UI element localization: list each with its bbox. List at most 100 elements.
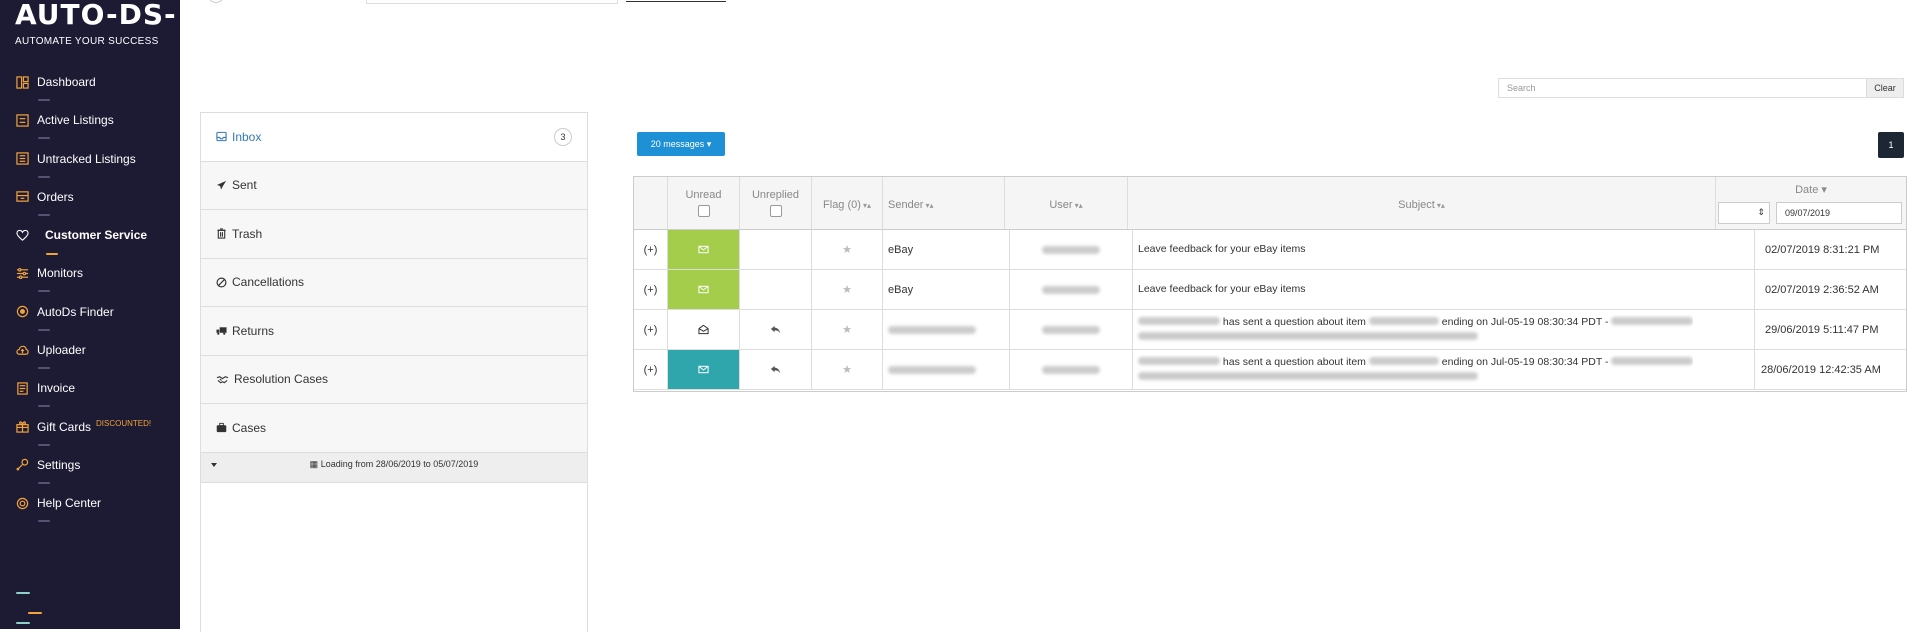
sidebar-item-label: Dashboard — [37, 75, 96, 89]
sidebar-item-uploader[interactable]: Uploader — [0, 340, 180, 378]
tagline: AUTOMATE YOUR SUCCESS — [15, 36, 159, 47]
nav-divider — [38, 520, 50, 523]
pagination-page-1[interactable]: 1 — [1878, 132, 1904, 158]
user — [1010, 270, 1133, 309]
header-unread: Unread — [668, 177, 740, 229]
expand-toggle[interactable]: (+) — [634, 270, 668, 309]
caret-down-icon[interactable] — [211, 462, 217, 467]
sender: eBay — [883, 230, 1010, 269]
table-row[interactable]: (+) ★ has sent a question about item end… — [634, 310, 1906, 350]
subject[interactable]: has sent a question about item ending on… — [1133, 350, 1755, 389]
table-row[interactable]: (+) ★ eBay Leave feedback for your eBay … — [634, 270, 1906, 310]
sender — [883, 310, 1010, 349]
star-icon[interactable]: ★ — [812, 350, 883, 389]
logo[interactable]: AUTO-DS- — [15, 0, 177, 30]
envelope-icon — [698, 365, 709, 374]
orders-icon — [15, 190, 29, 204]
date-operator-select[interactable] — [1718, 202, 1770, 224]
truck-icon — [216, 325, 228, 337]
folder-cancellations[interactable]: Cancellations — [201, 258, 587, 307]
unreplied-status[interactable] — [740, 270, 812, 309]
discount-badge: DISCOUNTED! — [96, 418, 152, 428]
sidebar-item-help-center[interactable]: Help Center — [0, 493, 180, 531]
expand-toggle[interactable]: (+) — [634, 350, 668, 389]
search-input[interactable] — [1498, 78, 1868, 98]
listings-icon — [15, 113, 29, 127]
top-link[interactable] — [626, 1, 726, 2]
star-icon[interactable]: ★ — [812, 230, 883, 269]
envelope-open-icon — [698, 324, 709, 335]
sidebar-item-active-listings[interactable]: Active Listings — [0, 110, 180, 148]
sidebar-item-dashboard[interactable]: Dashboard — [0, 72, 180, 110]
sidebar-item-autods-finder[interactable]: AutoDs Finder — [0, 302, 180, 340]
sidebar-item-untracked-listings[interactable]: Untracked Listings — [0, 149, 180, 187]
unread-status[interactable] — [668, 270, 740, 309]
unread-status[interactable] — [668, 350, 740, 389]
subject[interactable]: has sent a question about item ending on… — [1133, 310, 1755, 349]
sidebar-item-label: Active Listings — [37, 113, 114, 128]
sidebar-item-monitors[interactable]: Monitors — [0, 263, 180, 301]
folder-sent[interactable]: Sent — [201, 161, 587, 210]
folder-label: Inbox — [232, 129, 262, 144]
sidebar-item-label: Invoice — [37, 381, 76, 396]
subject[interactable]: Leave feedback for your eBay items — [1133, 230, 1755, 269]
footer-decor — [16, 592, 30, 594]
sort-icon: ▾▴ — [862, 201, 871, 210]
top-input[interactable] — [366, 0, 618, 4]
expand-toggle[interactable]: (+) — [634, 310, 668, 349]
unreplied-status[interactable] — [740, 350, 812, 389]
unread-filter-checkbox[interactable] — [697, 205, 710, 217]
caret-down-icon: ▾ — [706, 139, 712, 149]
ban-icon — [216, 276, 228, 288]
trash-icon — [216, 228, 228, 240]
sidebar-item-orders[interactable]: Orders — [0, 187, 180, 225]
star-icon[interactable]: ★ — [812, 270, 883, 309]
header-flag[interactable]: Flag (0) ▾▴ — [812, 177, 883, 229]
table-header: Unread Unreplied Flag (0) ▾▴ Sender ▾▴ Use… — [634, 177, 1906, 230]
clear-button[interactable]: Clear — [1866, 78, 1904, 98]
unreplied-status[interactable] — [740, 310, 812, 349]
sidebar-item-invoice[interactable]: Invoice — [0, 378, 180, 416]
sidebar-item-customer-service[interactable]: Customer Service — [0, 225, 180, 263]
sidebar-item-gift-cards[interactable]: Gift Cards DISCOUNTED! — [0, 417, 180, 455]
briefcase-icon — [216, 422, 228, 434]
expand-toggle[interactable]: (+) — [634, 230, 668, 269]
folder-cases[interactable]: Cases — [201, 404, 587, 453]
unreplied-status[interactable] — [740, 230, 812, 269]
date-filter-input[interactable] — [1776, 202, 1902, 224]
messages-table: Unread Unreplied Flag (0) ▾▴ Sender ▾▴ Use… — [633, 176, 1907, 392]
finder-icon — [15, 305, 29, 319]
nav-divider — [38, 443, 50, 446]
sender — [883, 350, 1010, 389]
header-subject[interactable]: Subject ▾▴ — [1128, 177, 1716, 229]
sidebar-item-label: Help Center — [37, 496, 102, 511]
nav-divider — [38, 175, 50, 178]
reply-icon — [770, 365, 781, 374]
unreplied-filter-checkbox[interactable] — [769, 205, 782, 217]
star-icon[interactable]: ★ — [812, 310, 883, 349]
folder-trash[interactable]: Trash — [201, 210, 587, 259]
nav-divider — [38, 137, 50, 140]
table-row[interactable]: (+) ★ eBay Leave feedback for your eBay … — [634, 230, 1906, 270]
nav-divider — [38, 290, 50, 293]
lifebuoy-icon — [15, 496, 29, 510]
header-user[interactable]: User ▾▴ — [1005, 177, 1128, 229]
table-row[interactable]: (+) ★ has sent a question about item end… — [634, 350, 1906, 390]
nav-divider — [38, 405, 50, 408]
read-status[interactable] — [668, 310, 740, 349]
user — [1010, 230, 1133, 269]
nav-divider — [38, 367, 50, 370]
header-sender[interactable]: Sender ▾▴ — [883, 177, 1005, 229]
top-radio[interactable] — [208, 0, 224, 3]
folder-resolution-cases[interactable]: Resolution Cases — [201, 355, 587, 404]
date: 02/07/2019 2:36:52 AM — [1765, 283, 1879, 296]
folder-inbox[interactable]: Inbox 3 — [201, 113, 587, 162]
subject[interactable]: Leave feedback for your eBay items — [1133, 270, 1755, 309]
paper-plane-icon — [216, 179, 228, 191]
gift-icon — [15, 420, 29, 434]
sidebar-item-label: Uploader — [37, 343, 86, 358]
unread-status[interactable] — [668, 230, 740, 269]
messages-per-page-button[interactable]: 20 messages ▾ — [637, 132, 725, 156]
sidebar-item-settings[interactable]: Settings — [0, 455, 180, 493]
folder-returns[interactable]: Returns — [201, 307, 587, 356]
